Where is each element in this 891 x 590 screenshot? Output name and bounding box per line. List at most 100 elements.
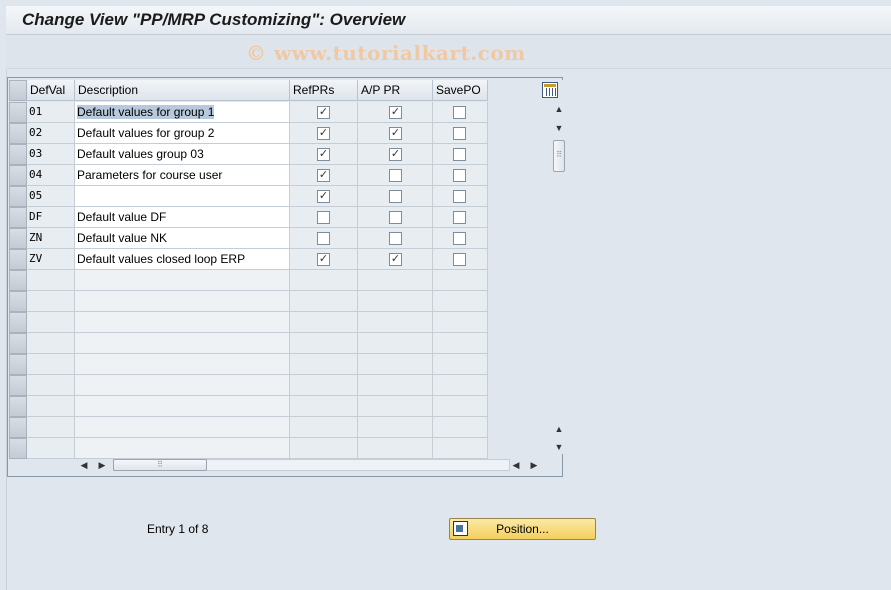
scroll-right-icon[interactable]: ▶ (95, 458, 109, 472)
column-header[interactable]: DefVal (27, 80, 75, 101)
defval-cell[interactable]: 02 (27, 123, 75, 144)
description-cell[interactable]: Default value DF (75, 207, 290, 228)
row-selector[interactable] (9, 228, 27, 249)
savepo-checkbox[interactable] (453, 148, 466, 161)
savepo-checkbox[interactable] (453, 232, 466, 245)
table-settings-icon[interactable] (542, 82, 558, 98)
empty-cell (433, 396, 488, 417)
select-all-cell[interactable] (9, 80, 27, 101)
description-cell[interactable]: Parameters for course user (75, 165, 290, 186)
savepo-checkbox[interactable] (453, 106, 466, 119)
column-header[interactable]: A/P PR (358, 80, 433, 101)
refprs-checkbox[interactable] (317, 211, 330, 224)
entry-counter: Entry 1 of 8 (147, 522, 209, 536)
refprs-cell: ✓ (290, 249, 358, 270)
refprs-checkbox[interactable]: ✓ (317, 253, 330, 266)
row-selector[interactable] (9, 249, 27, 270)
savepo-checkbox[interactable] (453, 253, 466, 266)
defval-cell[interactable]: 01 (27, 102, 75, 123)
scroll-page-up-icon[interactable]: ▲ (552, 422, 566, 436)
column-header[interactable]: RefPRs (290, 80, 358, 101)
scroll-page-down-icon[interactable]: ▼ (552, 440, 566, 454)
description-cell[interactable]: Default values for group 1 (75, 102, 290, 123)
row-selector[interactable] (9, 270, 27, 291)
appr-cell: ✓ (358, 102, 433, 123)
empty-cell (27, 312, 75, 333)
refprs-checkbox[interactable]: ✓ (317, 106, 330, 119)
row-selector[interactable] (9, 165, 27, 186)
empty-cell (358, 291, 433, 312)
appr-checkbox[interactable] (389, 190, 402, 203)
row-selector[interactable] (9, 417, 27, 438)
savepo-cell (433, 207, 488, 228)
appr-checkbox[interactable] (389, 211, 402, 224)
empty-cell (433, 312, 488, 333)
refprs-cell (290, 207, 358, 228)
defval-cell[interactable]: ZN (27, 228, 75, 249)
position-icon (453, 521, 468, 536)
defval-cell[interactable]: 03 (27, 144, 75, 165)
description-cell[interactable]: Default values closed loop ERP (75, 249, 290, 270)
row-selector[interactable] (9, 333, 27, 354)
scroll-left-icon[interactable]: ◀ (77, 458, 91, 472)
refprs-checkbox[interactable]: ✓ (317, 127, 330, 140)
row-selector[interactable] (9, 312, 27, 333)
savepo-cell (433, 186, 488, 207)
horizontal-scroll-thumb[interactable]: ⠿ (113, 459, 207, 471)
defval-cell[interactable]: 04 (27, 165, 75, 186)
appr-checkbox[interactable]: ✓ (389, 127, 402, 140)
vertical-scrollbar[interactable]: ▲ ▼ ⠿ ▲ ▼ (552, 80, 566, 454)
empty-cell (358, 375, 433, 396)
appr-checkbox[interactable] (389, 169, 402, 182)
row-selector[interactable] (9, 354, 27, 375)
scroll-up-icon[interactable]: ▲ (552, 102, 566, 116)
row-selector[interactable] (9, 123, 27, 144)
row-selector[interactable] (9, 186, 27, 207)
empty-cell (358, 438, 433, 459)
scroll-far-left-icon[interactable]: ◀ (509, 458, 523, 472)
appr-checkbox[interactable]: ✓ (389, 253, 402, 266)
refprs-cell (290, 228, 358, 249)
refprs-cell: ✓ (290, 165, 358, 186)
savepo-checkbox[interactable] (453, 190, 466, 203)
column-header[interactable]: SavePO (433, 80, 488, 101)
row-selector[interactable] (9, 291, 27, 312)
description-cell[interactable]: Default value NK (75, 228, 290, 249)
defval-cell[interactable]: 05 (27, 186, 75, 207)
row-selector[interactable] (9, 102, 27, 123)
position-button[interactable]: Position... (449, 518, 596, 540)
row-selector[interactable] (9, 144, 27, 165)
empty-cell (433, 417, 488, 438)
row-selector[interactable] (9, 207, 27, 228)
savepo-checkbox[interactable] (453, 211, 466, 224)
table-control: DefVal Description RefPRs A/P PR SavePO 01 Def… (7, 77, 566, 477)
empty-cell (75, 396, 290, 417)
row-selector[interactable] (9, 438, 27, 459)
description-cell[interactable] (75, 186, 290, 207)
description-text: Default value NK (77, 231, 168, 245)
defval-cell[interactable]: ZV (27, 249, 75, 270)
row-selector[interactable] (9, 396, 27, 417)
scroll-far-right-icon[interactable]: ▶ (527, 458, 541, 472)
toolbar-area: © www.tutorialkart.com (6, 35, 891, 69)
description-cell[interactable]: Default values group 03 (75, 144, 290, 165)
scroll-down-icon[interactable]: ▼ (552, 121, 566, 135)
appr-checkbox[interactable]: ✓ (389, 148, 402, 161)
refprs-checkbox[interactable]: ✓ (317, 169, 330, 182)
vertical-scroll-thumb[interactable]: ⠿ (553, 140, 565, 172)
refprs-checkbox[interactable]: ✓ (317, 148, 330, 161)
appr-checkbox[interactable]: ✓ (389, 106, 402, 119)
savepo-checkbox[interactable] (453, 127, 466, 140)
savepo-cell (433, 123, 488, 144)
description-text: Default values for group 1 (77, 105, 215, 119)
description-cell[interactable]: Default values for group 2 (75, 123, 290, 144)
column-header[interactable]: Description (75, 80, 290, 101)
refprs-checkbox[interactable]: ✓ (317, 190, 330, 203)
empty-cell (27, 354, 75, 375)
defval-cell[interactable]: DF (27, 207, 75, 228)
empty-cell (27, 438, 75, 459)
refprs-checkbox[interactable] (317, 232, 330, 245)
savepo-checkbox[interactable] (453, 169, 466, 182)
appr-checkbox[interactable] (389, 232, 402, 245)
row-selector[interactable] (9, 375, 27, 396)
